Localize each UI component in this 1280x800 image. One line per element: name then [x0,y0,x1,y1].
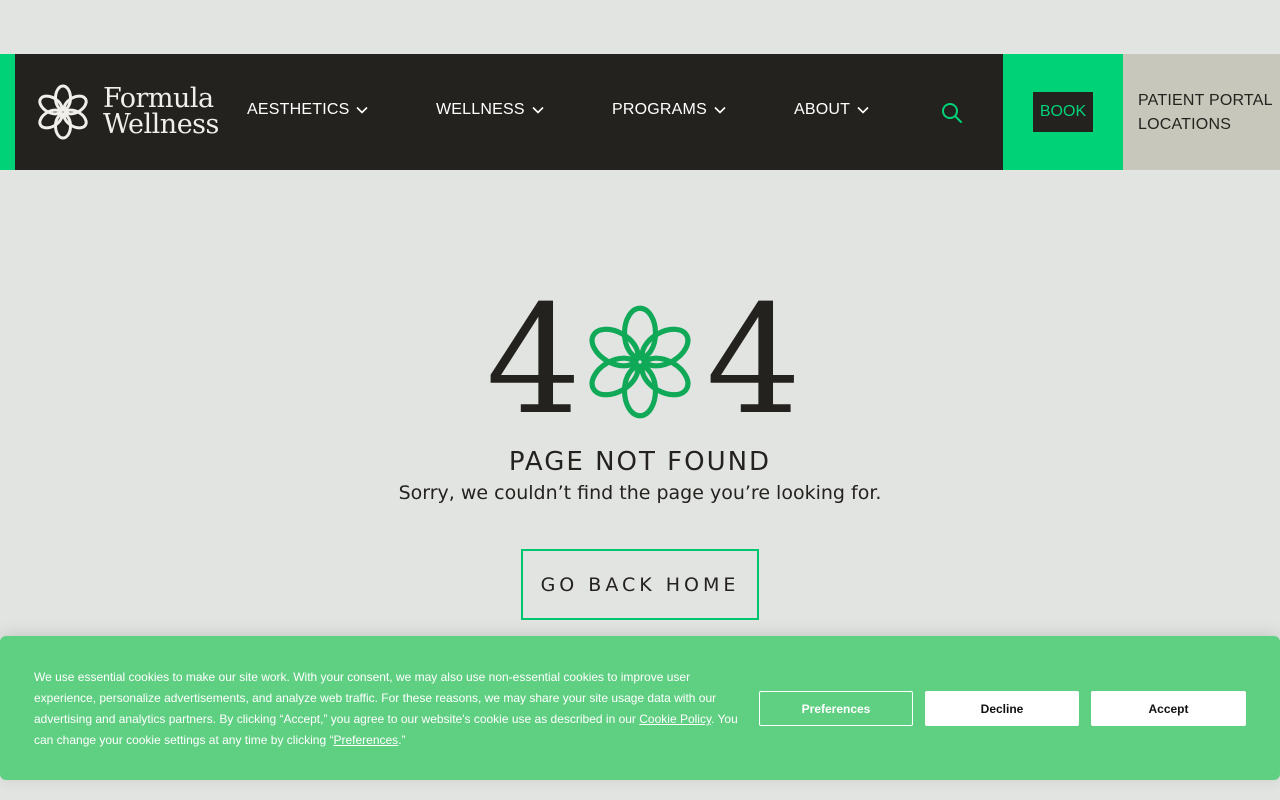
nav-label: AESTHETICS [247,101,350,118]
page-title: PAGE NOT FOUND [508,447,772,477]
nav-programs[interactable]: PROGRAMS [612,101,726,119]
chevron-down-icon [356,106,369,114]
patient-portal-link[interactable]: PATIENT PORTAL [1138,89,1280,113]
book-button[interactable]: BOOK [1033,92,1093,132]
nav-label: ABOUT [794,101,851,118]
nav-aesthetics[interactable]: AESTHETICS [247,101,369,119]
logo[interactable]: Formula Wellness [33,82,219,142]
chevron-down-icon [532,106,544,114]
cookie-banner: We use essential cookies to make our sit… [0,636,1280,780]
nav-label: PROGRAMS [612,101,707,118]
cookie-text-part-1: We use essential cookies to make our sit… [34,670,717,726]
accent-strip [0,54,15,170]
chevron-down-icon [857,106,869,114]
decline-button[interactable]: Decline [925,691,1079,726]
knot-logo-icon [589,305,691,419]
error-code: 4 4 [0,274,1280,448]
nav-label: WELLNESS [436,101,525,118]
search-icon[interactable] [940,101,964,125]
logo-text: Formula Wellness [103,85,219,140]
locations-link[interactable]: LOCATIONS [1138,113,1280,137]
error-digit-left: 4 [486,274,582,448]
chevron-down-icon [714,106,726,114]
portal-panel: PATIENT PORTAL LOCATIONS [1123,54,1280,170]
accept-button[interactable]: Accept [1091,691,1246,726]
cookie-text-part-3: .” [398,733,406,747]
knot-logo-icon [38,84,88,140]
logo-line-2: Wellness [103,109,219,140]
navbar: Formula Wellness AESTHETICS WELLNESS PRO… [15,54,1003,170]
go-back-home-button[interactable]: GO BACK HOME [521,549,759,620]
cookie-policy-link[interactable]: Cookie Policy [639,712,711,726]
cookie-text: We use essential cookies to make our sit… [34,667,744,751]
error-digit-right: 4 [706,274,802,448]
preferences-link[interactable]: Preferences [333,733,398,747]
nav-wellness[interactable]: WELLNESS [436,101,544,119]
page-subtitle: Sorry, we couldn’t find the page you’re … [398,482,882,504]
site-header: Formula Wellness AESTHETICS WELLNESS PRO… [0,54,1280,170]
book-panel: BOOK [1003,54,1123,170]
preferences-button[interactable]: Preferences [759,691,913,726]
nav-about[interactable]: ABOUT [794,101,869,119]
